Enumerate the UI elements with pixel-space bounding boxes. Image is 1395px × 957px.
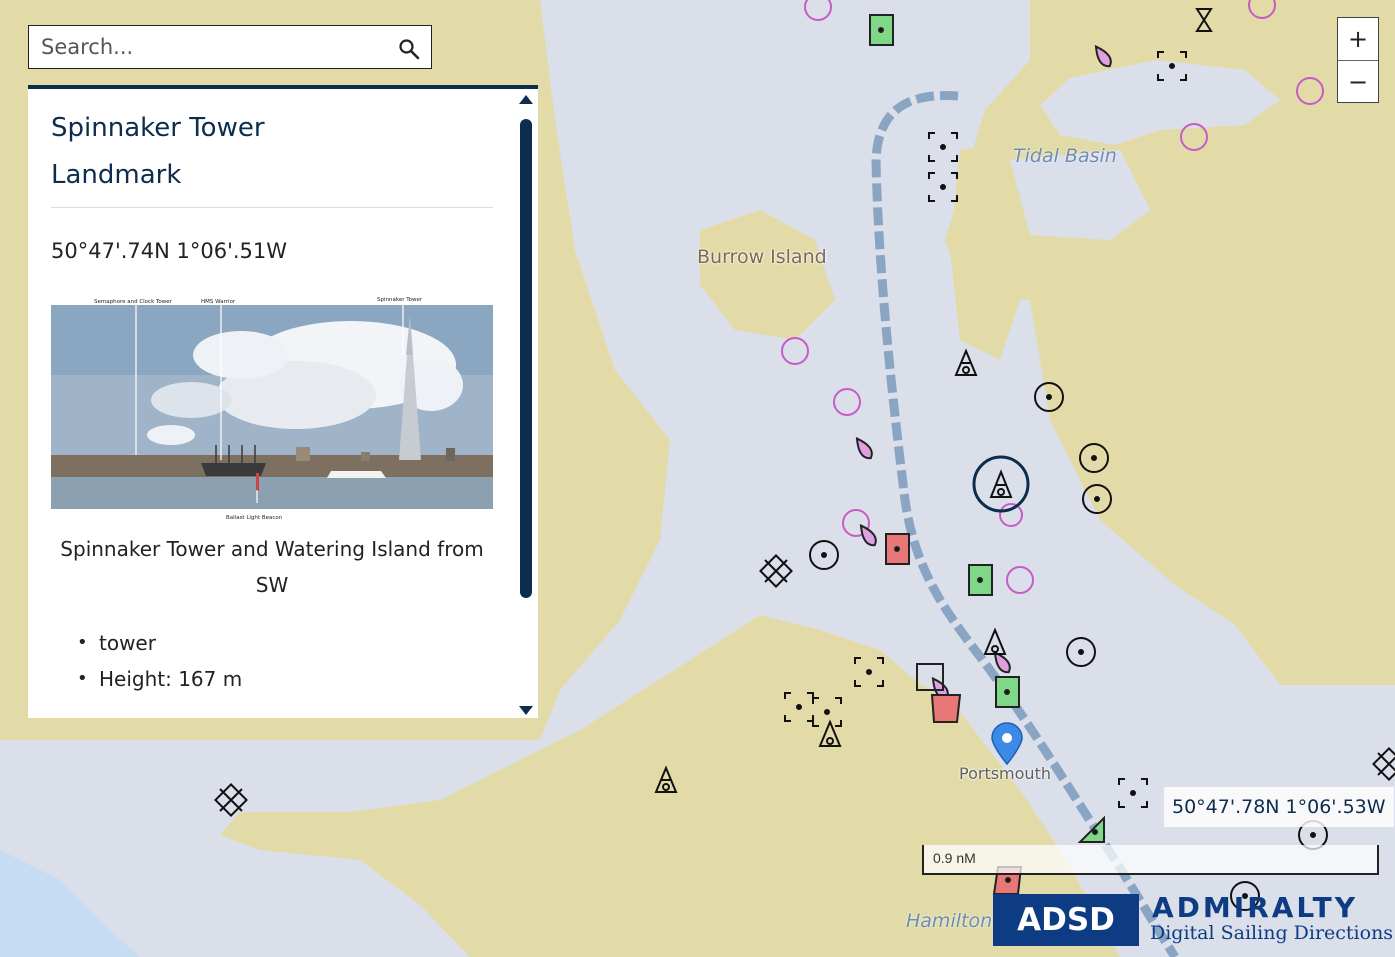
zoom-out-button[interactable]: − — [1338, 60, 1378, 103]
feature-title: Spinnaker Tower — [51, 113, 265, 143]
divider — [51, 207, 493, 208]
feature-info-panel: Spinnaker Tower Landmark 50°47'.74N 1°06… — [28, 85, 538, 718]
photo-label-spinnaker-tower: Spinnaker Tower — [377, 297, 423, 303]
fact-item: Height: 167 m — [51, 661, 491, 697]
adsd-logo: ADSD — [993, 894, 1139, 946]
search-icon[interactable] — [397, 37, 421, 61]
photo-caption: Spinnaker Tower and Watering Island from… — [60, 537, 484, 597]
place-label-burrow-island: Burrow Island — [697, 246, 827, 268]
feature-coordinates: 50°47'.74N 1°06'.51W — [51, 239, 288, 263]
search-box — [28, 25, 432, 69]
photo-label-semaphore: Semaphore and Clock Tower — [94, 299, 173, 305]
scrollbar-thumb[interactable] — [520, 119, 532, 598]
feature-type: Landmark — [51, 160, 182, 190]
place-label-tidal-basin: Tidal Basin — [1013, 145, 1117, 167]
scale-bar: 0.9 nM — [922, 845, 1379, 875]
feature-facts: tower Height: 167 m — [51, 625, 491, 697]
scale-label: 0.9 nM — [933, 850, 976, 866]
zoom-in-button[interactable]: + — [1338, 18, 1378, 60]
place-label-hamilton: Hamilton — [906, 910, 993, 932]
cursor-coordinates: 50°47'.78N 1°06'.53W — [1164, 787, 1394, 827]
photo-label-ballast-beacon: Ballast Light Beacon — [226, 515, 283, 521]
photo-label-hms-warrior: HMS Warrior — [201, 299, 236, 305]
place-label-portsmouth: Portsmouth — [959, 764, 1051, 783]
scroll-up-arrow[interactable] — [519, 95, 533, 104]
search-input[interactable] — [41, 34, 381, 60]
admiralty-logo: ADMIRALTY — [1152, 891, 1359, 924]
scroll-down-arrow[interactable] — [519, 706, 533, 715]
zoom-control: + − — [1337, 17, 1379, 103]
landmark-photo[interactable]: Semaphore and Clock Tower HMS Warrior Sp… — [51, 295, 493, 527]
fact-item: tower — [51, 625, 491, 661]
brand-tagline: Digital Sailing Directions — [1150, 922, 1394, 944]
